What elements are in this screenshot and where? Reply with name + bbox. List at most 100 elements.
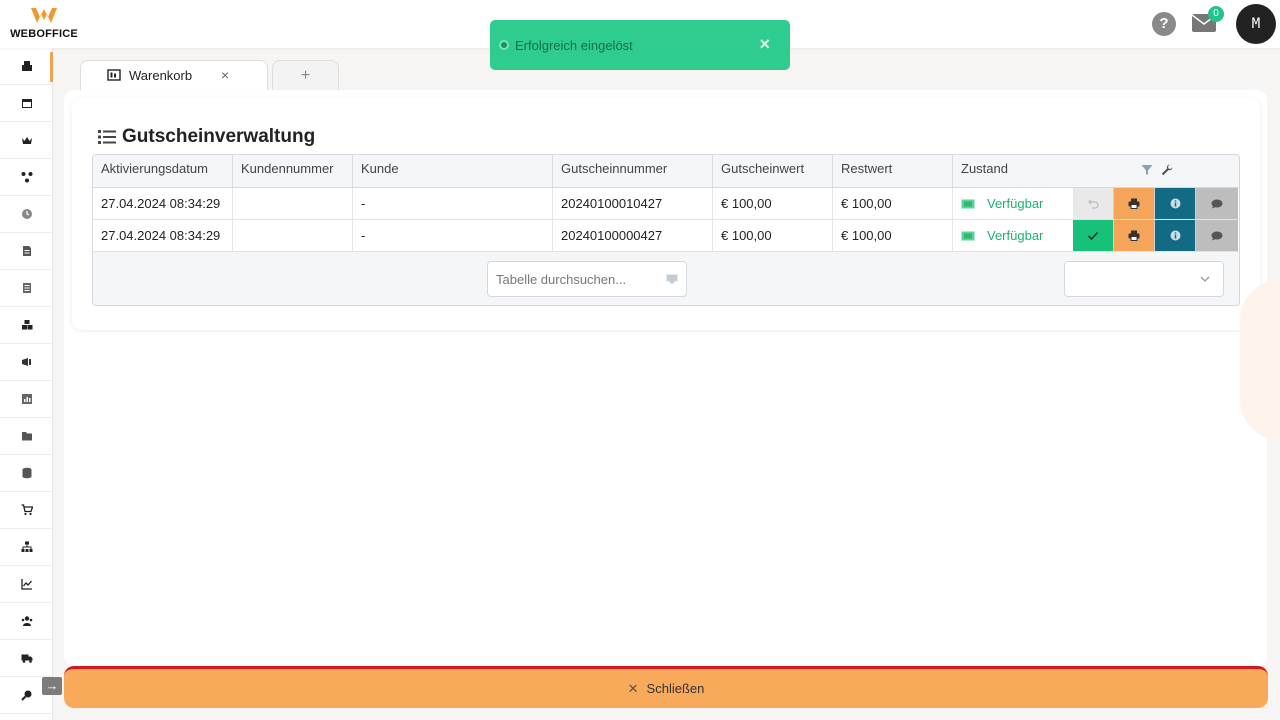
weboffice-logo[interactable]: WEBOFFICE <box>8 6 80 42</box>
ticket-icon <box>961 199 975 209</box>
tab-warenkorb[interactable]: Warenkorb × <box>80 60 268 90</box>
info-icon <box>1170 198 1180 209</box>
clock-icon <box>21 209 32 219</box>
column-header-aktivierungsdatum[interactable]: Aktivierungsdatum <box>93 155 233 187</box>
list-document-icon <box>22 283 31 293</box>
column-header-gutscheinnummer[interactable]: Gutscheinnummer <box>553 155 713 187</box>
sidebar-item-calendar[interactable] <box>0 85 53 122</box>
column-header-kunde[interactable]: Kunde <box>353 155 553 187</box>
sidebar-item-delivery[interactable] <box>0 640 53 677</box>
cell-restwert: € 100,00 <box>833 220 953 252</box>
sidebar-item-marketing[interactable] <box>0 344 53 381</box>
table-row[interactable]: 27.04.2024 08:34:29 - 20240100000427 € 1… <box>93 220 1239 252</box>
ticket-icon <box>961 231 975 241</box>
folder-icon <box>21 432 32 441</box>
sidebar-item-reports[interactable] <box>0 381 53 418</box>
calendar-icon <box>21 99 32 108</box>
success-toast: Erfolgreich eingelöst × <box>490 20 790 70</box>
voucher-card: Gutscheinverwaltung Aktivierungsdatum Ku… <box>72 98 1260 330</box>
cell-aktivierungsdatum: 27.04.2024 08:34:29 <box>93 220 233 252</box>
redeem-button[interactable] <box>1073 220 1114 251</box>
tab-warenkorb-label: Warenkorb <box>129 68 193 83</box>
column-header-gutscheinwert[interactable]: Gutscheinwert <box>713 155 833 187</box>
chevron-down-icon <box>1200 276 1210 282</box>
network-icon <box>21 172 32 183</box>
sidebar-item-cart[interactable] <box>0 492 53 529</box>
boxes-icon <box>21 320 32 330</box>
cell-zustand: Verfügbar <box>953 220 1073 252</box>
truck-icon <box>21 654 32 663</box>
sidebar-item-document[interactable] <box>0 233 53 270</box>
sidebar-item-statistics[interactable] <box>0 566 53 603</box>
tab-close-icon[interactable]: × <box>221 67 229 83</box>
column-header-zustand[interactable]: Zustand <box>953 155 1239 187</box>
column-header-restwert[interactable]: Restwert <box>833 155 953 187</box>
cash-register-icon <box>21 61 32 71</box>
cell-kunde: - <box>353 220 553 252</box>
sidebar-item-clock[interactable] <box>0 196 53 233</box>
comment-button[interactable] <box>1196 220 1238 251</box>
sidebar-item-boxes[interactable] <box>0 307 53 344</box>
info-button[interactable] <box>1155 188 1196 219</box>
toast-close-icon[interactable]: × <box>759 34 770 55</box>
database-icon <box>22 467 31 479</box>
cell-kunde: - <box>353 188 553 220</box>
add-tab-button[interactable]: + <box>272 60 339 90</box>
undo-button[interactable] <box>1073 188 1114 219</box>
table-search-input[interactable] <box>496 271 646 287</box>
title-row: Gutscheinverwaltung <box>98 126 315 148</box>
print-button[interactable] <box>1114 188 1155 219</box>
print-button[interactable] <box>1114 220 1155 251</box>
voucher-table: Aktivierungsdatum Kundennummer Kunde Gut… <box>92 154 1240 306</box>
mail-count-badge: 0 <box>1208 6 1224 22</box>
printer-icon <box>1128 198 1140 209</box>
status-label: Verfügbar <box>987 228 1044 243</box>
sidebar-item-folder[interactable] <box>0 418 53 455</box>
table-row[interactable]: 27.04.2024 08:34:29 - 20240100010427 € 1… <box>93 188 1239 220</box>
sidebar-item-network[interactable] <box>0 159 53 196</box>
page-title: Gutscheinverwaltung <box>122 126 316 147</box>
cell-gutscheinnummer: 20240100010427 <box>553 188 713 220</box>
user-avatar[interactable]: M <box>1236 4 1276 44</box>
document-icon <box>22 246 31 256</box>
table-search[interactable] <box>487 261 687 297</box>
main-panel: Gutscheinverwaltung Aktivierungsdatum Ku… <box>64 90 1267 666</box>
hierarchy-icon <box>21 541 32 552</box>
bar-chart-icon <box>21 394 32 404</box>
sidebar <box>0 48 53 720</box>
undo-icon <box>1087 199 1099 209</box>
status-label: Verfügbar <box>987 196 1044 211</box>
sidebar-item-cashregister[interactable] <box>0 48 53 85</box>
toast-message: Erfolgreich eingelöst <box>515 37 633 53</box>
help-button[interactable]: ? <box>1152 12 1176 36</box>
cell-kundennummer <box>233 220 353 252</box>
printer-icon <box>1128 230 1140 241</box>
sidebar-item-hierarchy[interactable] <box>0 529 53 566</box>
cell-gutscheinnummer: 20240100000427 <box>553 220 713 252</box>
sidebar-item-crown[interactable] <box>0 122 53 159</box>
sidebar-item-list[interactable] <box>0 270 53 307</box>
search-icon <box>20 690 31 701</box>
collapse-sidebar-arrow-icon[interactable]: → <box>42 677 62 695</box>
column-header-kundennummer[interactable]: Kundennummer <box>233 155 353 187</box>
comment-icon <box>1211 199 1223 208</box>
close-icon: ✕ <box>627 680 639 696</box>
page-size-select[interactable] <box>1064 261 1224 297</box>
check-icon <box>1087 231 1099 240</box>
comment-button[interactable] <box>1196 188 1238 219</box>
weboffice-logo-mark <box>31 8 57 23</box>
keyboard-icon <box>666 274 678 284</box>
sidebar-item-users[interactable] <box>0 603 53 640</box>
table-tools <box>1141 164 1173 176</box>
sidebar-item-database[interactable] <box>0 455 53 492</box>
info-button[interactable] <box>1155 220 1196 251</box>
cell-gutscheinwert: € 100,00 <box>713 188 833 220</box>
close-button[interactable]: ✕ Schließen <box>64 666 1268 708</box>
table-header: Aktivierungsdatum Kundennummer Kunde Gut… <box>93 155 1239 188</box>
users-icon <box>21 616 32 626</box>
wrench-icon[interactable] <box>1161 164 1173 176</box>
line-chart-icon <box>20 579 32 590</box>
filter-icon[interactable] <box>1141 164 1153 176</box>
logo-text: WEBOFFICE <box>10 28 78 40</box>
cart-list-icon <box>107 69 121 81</box>
